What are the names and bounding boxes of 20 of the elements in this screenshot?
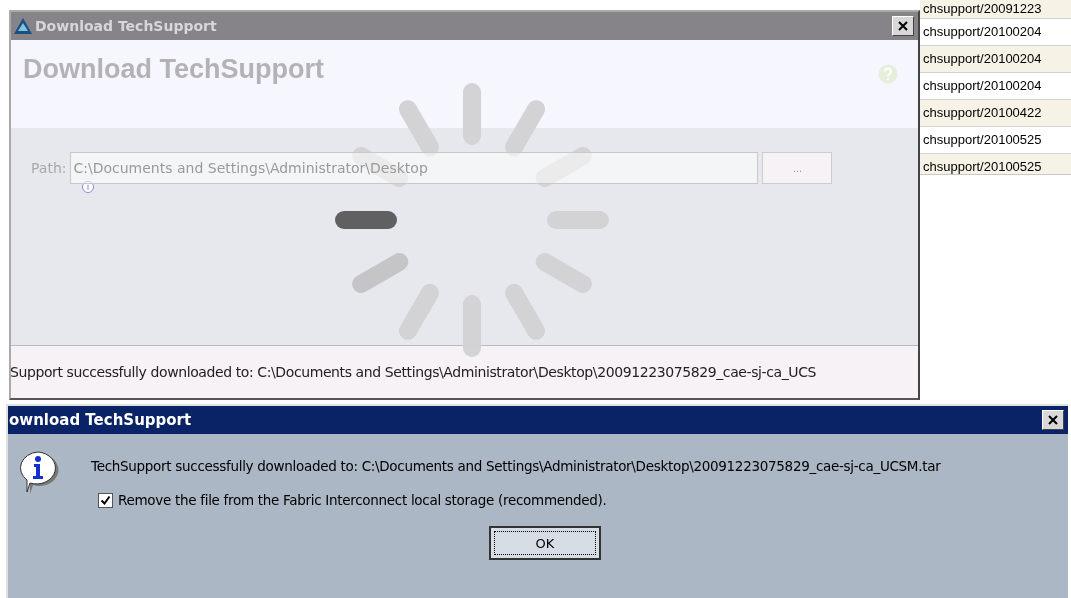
ok-button[interactable]: OK	[489, 526, 601, 560]
list-row[interactable]: chsupport/20100422	[920, 100, 1071, 127]
help-icon	[878, 64, 898, 84]
checkbox-label: Remove the file from the Fabric Interconnect local storage (recommended).	[118, 492, 607, 508]
checkbox[interactable]	[98, 492, 113, 508]
info-icon	[82, 181, 94, 193]
list-row[interactable]: chsupport/20100204	[920, 46, 1071, 73]
close-icon	[1048, 415, 1058, 425]
message-text: TechSupport successfully downloaded to: C:\Documents and Settings\Administrator\Desktop\20091223075829_cae-sj-ca_UCSM.tar	[91, 458, 941, 474]
app-logo-icon	[13, 17, 33, 35]
list-row[interactable]: chsupport/20100525	[920, 154, 1071, 174]
close-icon	[898, 21, 908, 31]
window-title: ownload TechSupport	[9, 411, 192, 429]
dialog-heading: Download TechSupport	[23, 54, 324, 85]
close-button[interactable]	[1042, 410, 1064, 430]
status-message: Support successfully downloaded to: C:\Documents and Settings\Administrator\Desktop\20091223075829_cae-sj-ca_UCS	[11, 364, 817, 380]
window-title: Download TechSupport	[35, 18, 218, 34]
field-label: Path:	[31, 160, 67, 176]
close-button[interactable]	[892, 16, 914, 36]
list-row[interactable]: chsupport/20091223	[920, 0, 1071, 19]
